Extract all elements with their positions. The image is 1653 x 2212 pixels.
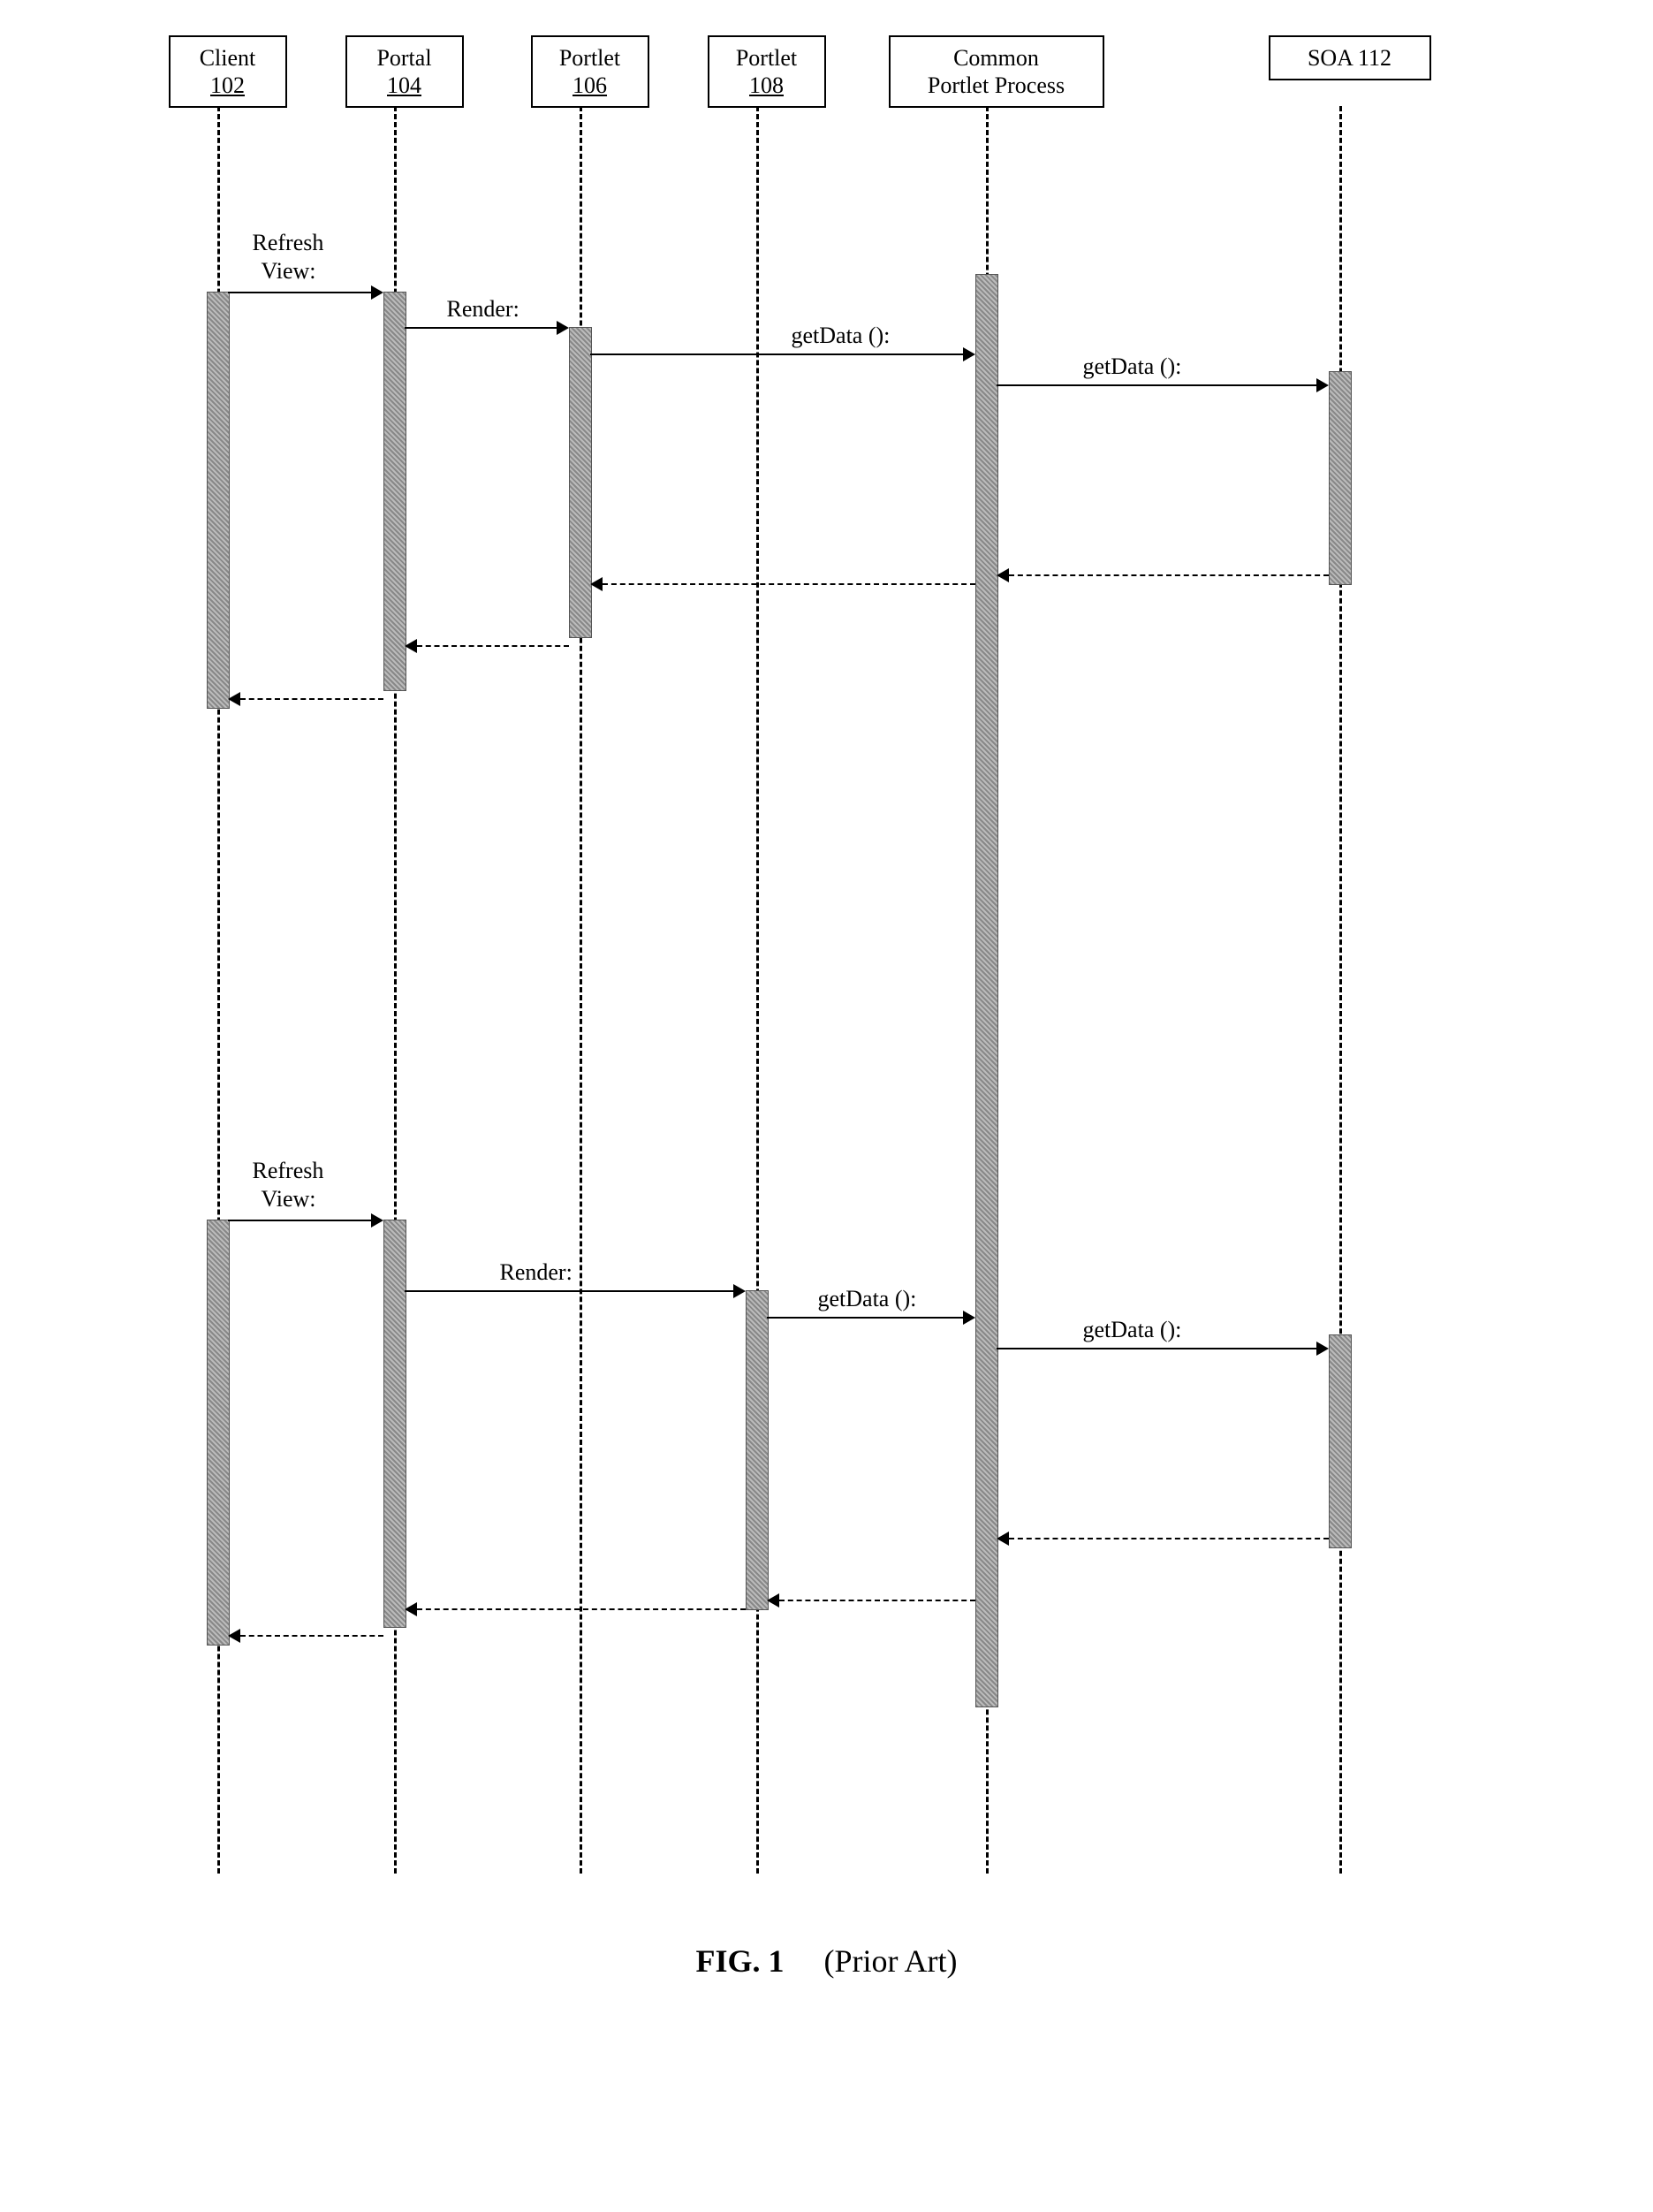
message-label-refresh2a: Refresh — [253, 1158, 324, 1184]
activation-cpp — [975, 274, 998, 1707]
participant-label: SOA 112 — [1279, 44, 1421, 72]
message-label-refresh2b: View: — [262, 1186, 316, 1212]
message-label-getdata1b: getData (): — [1083, 353, 1182, 380]
participant-cpp: Common Portlet Process — [889, 35, 1104, 108]
arrow-refresh2 — [228, 1220, 371, 1221]
message-label-refresh1b: View: — [262, 258, 316, 285]
arrowhead-icon — [767, 1593, 779, 1608]
participant-label: Client — [179, 44, 277, 72]
participant-portlet1: Portlet 106 — [531, 35, 649, 108]
message-label-render2: Render: — [500, 1259, 572, 1286]
arrow-getdata2a — [767, 1317, 963, 1319]
message-label-getdata2a: getData (): — [818, 1286, 917, 1312]
arrowhead-icon — [371, 1213, 383, 1228]
figure-number: FIG. 1 — [696, 1943, 785, 1979]
participant-label: 104 — [356, 72, 453, 99]
arrowhead-icon — [997, 568, 1009, 582]
activation-portlet2 — [746, 1290, 769, 1610]
participant-client: Client 102 — [169, 35, 287, 108]
arrow-refresh1 — [228, 292, 371, 293]
activation-client-2 — [207, 1220, 230, 1646]
participant-label: Portlet — [718, 44, 815, 72]
arrowhead-icon — [405, 1602, 417, 1616]
participant-portal: Portal 104 — [345, 35, 464, 108]
participant-portlet2: Portlet 108 — [708, 35, 826, 108]
arrow-getdata1b — [997, 384, 1316, 386]
activation-soa-2 — [1329, 1334, 1352, 1548]
arrowhead-icon — [997, 1532, 1009, 1546]
participant-label: Portlet — [542, 44, 639, 72]
participant-label: 106 — [542, 72, 639, 99]
activation-portal-2 — [383, 1220, 406, 1628]
sequence-diagram: Client 102 Portal 104 Portlet 106 Portle… — [120, 35, 1534, 1980]
participant-label: Portlet Process — [899, 72, 1094, 99]
arrowhead-icon — [963, 1311, 975, 1325]
arrowhead-icon — [733, 1284, 746, 1298]
message-label-render1: Render: — [447, 296, 519, 323]
activation-soa-1 — [1329, 371, 1352, 585]
participant-soa: SOA 112 — [1269, 35, 1431, 80]
arrowhead-icon — [228, 692, 240, 706]
arrowhead-icon — [963, 347, 975, 361]
return-portlet1-portal — [417, 645, 569, 647]
message-label-getdata1a: getData (): — [792, 323, 891, 349]
participant-label: 102 — [179, 72, 277, 99]
activation-portlet1 — [569, 327, 592, 638]
arrow-getdata2b — [997, 1348, 1316, 1349]
arrow-render1 — [405, 327, 557, 329]
arrowhead-icon — [557, 321, 569, 335]
participant-label: Portal — [356, 44, 453, 72]
arrowhead-icon — [1316, 378, 1329, 392]
arrow-render2 — [405, 1290, 733, 1292]
return-portlet2-portal — [417, 1608, 746, 1610]
arrowhead-icon — [590, 577, 603, 591]
arrow-getdata1a — [590, 353, 963, 355]
figure-title: FIG. 1 (Prior Art) — [120, 1942, 1534, 1980]
arrowhead-icon — [371, 285, 383, 300]
activation-client-1 — [207, 292, 230, 709]
activation-portal-1 — [383, 292, 406, 691]
arrowhead-icon — [405, 639, 417, 653]
return-soa-cpp-2 — [1009, 1538, 1329, 1539]
return-portal-client-1 — [240, 698, 383, 700]
participant-label: 108 — [718, 72, 815, 99]
message-label-getdata2b: getData (): — [1083, 1317, 1182, 1343]
return-portal-client-2 — [240, 1635, 383, 1637]
participant-label: Common — [899, 44, 1094, 72]
arrowhead-icon — [1316, 1342, 1329, 1356]
return-cpp-portlet2 — [779, 1600, 975, 1601]
figure-note: (Prior Art) — [824, 1943, 958, 1979]
message-label-refresh1a: Refresh — [253, 230, 324, 256]
return-cpp-portlet1 — [603, 583, 975, 585]
arrowhead-icon — [228, 1629, 240, 1643]
return-soa-cpp-1 — [1009, 574, 1329, 576]
